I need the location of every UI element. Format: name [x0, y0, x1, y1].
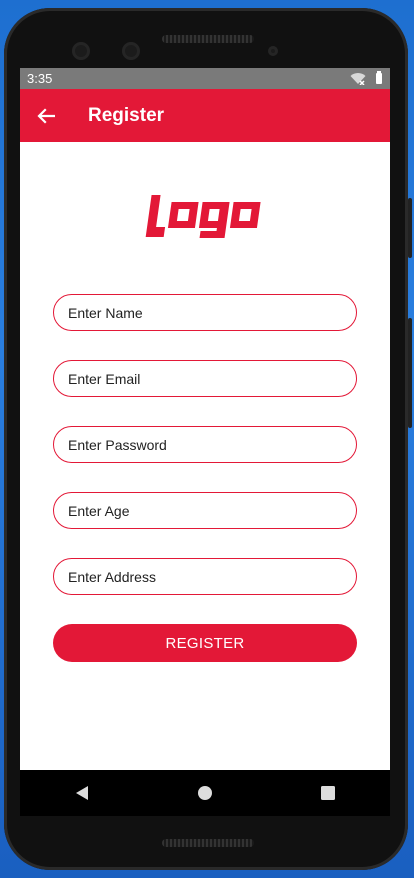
front-camera-icon: [72, 42, 90, 60]
nav-home-button[interactable]: [185, 773, 225, 813]
back-button[interactable]: [22, 89, 70, 142]
battery-icon: [376, 71, 382, 84]
status-time: 3:35: [27, 71, 53, 86]
nav-home-icon: [197, 786, 212, 800]
register-button[interactable]: REGISTER: [53, 624, 357, 662]
logo-area: [20, 142, 390, 294]
name-field[interactable]: [53, 294, 357, 331]
top-speaker: [162, 35, 254, 43]
volume-button: [408, 318, 412, 428]
status-bar: 3:35: [20, 68, 390, 89]
nav-back-icon: [75, 786, 88, 800]
age-field[interactable]: [53, 492, 357, 529]
app-bar: Register: [20, 89, 390, 142]
logo-image: [145, 195, 261, 238]
bottom-speaker: [162, 839, 254, 847]
nav-recents-icon: [321, 786, 336, 800]
system-nav-bar: [20, 770, 390, 816]
front-sensor-icon: [122, 42, 140, 60]
app-screen: 3:35 Register Enter Name Enter Email Ent…: [20, 68, 390, 806]
password-field[interactable]: [53, 426, 357, 463]
email-field[interactable]: [53, 360, 357, 397]
nav-recents-button[interactable]: [308, 773, 348, 813]
power-button: [408, 198, 412, 258]
arrow-back-icon: [37, 107, 55, 124]
proximity-sensor-icon: [268, 46, 278, 56]
wifi-off-icon: [350, 72, 366, 85]
page-title: Register: [88, 104, 165, 126]
address-field[interactable]: [53, 558, 357, 595]
register-form: REGISTER: [20, 294, 390, 662]
nav-back-button[interactable]: [62, 773, 102, 813]
status-icons: [350, 71, 382, 85]
